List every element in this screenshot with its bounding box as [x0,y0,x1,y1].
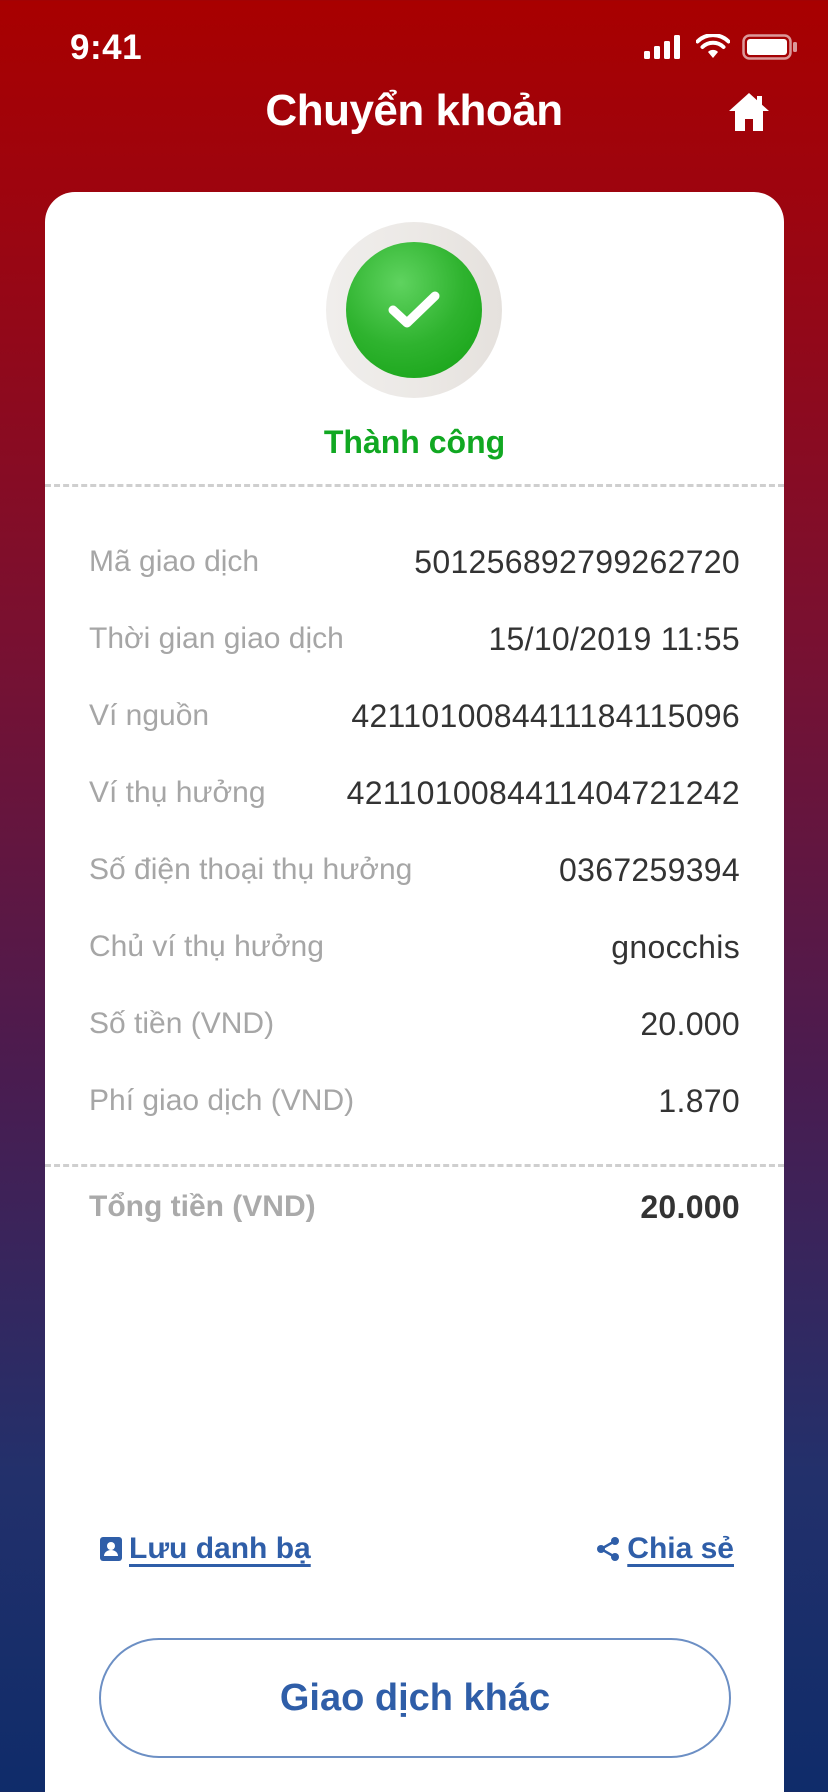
success-badge [326,222,502,398]
detail-value: 1.870 [658,1082,740,1119]
detail-value: 4211010084411184115096 [351,697,740,734]
status-time: 9:41 [70,28,143,67]
transaction-receipt-card: Thành công Mã giao dịch 5012568927992627… [45,192,784,1792]
detail-label: Phí giao dịch (VND) [89,1084,355,1117]
share-icon [597,1537,620,1561]
detail-label: Chủ ví thụ hưởng [89,930,324,963]
other-transaction-button[interactable]: Giao dịch khác [99,1638,731,1758]
detail-row-transaction-id: Mã giao dịch 501256892799262720 [89,537,740,587]
detail-row-beneficiary-phone: Số điện thoại thụ hưởng 0367259394 [89,845,740,895]
save-contact-link[interactable]: Lưu danh bạ [99,1532,311,1566]
detail-row-beneficiary-owner: Chủ ví thụ hưởng gnocchis [89,922,740,972]
detail-value: gnocchis [611,928,740,965]
detail-label: Ví thụ hưởng [89,776,266,809]
detail-label: Thời gian giao dịch [89,622,344,655]
detail-row-fee: Phí giao dịch (VND) 1.870 [89,1076,740,1126]
detail-row-amount: Số tiền (VND) 20.000 [89,999,740,1049]
share-link[interactable]: Chia sẻ [595,1532,734,1566]
home-button[interactable] [726,90,776,140]
detail-label: Số tiền (VND) [89,1007,275,1040]
wifi-icon [696,34,730,58]
page-title: Chuyển khoản [265,86,563,135]
total-row: Tổng tiền (VND) 20.000 [89,1182,740,1232]
header: Chuyển khoản [0,80,828,180]
detail-label: Mã giao dịch [89,545,260,578]
share-label: Chia sẻ [627,1532,734,1565]
checkmark-icon [388,291,440,328]
divider [45,484,784,487]
detail-row-transaction-time: Thời gian giao dịch 15/10/2019 11:55 [89,614,740,664]
detail-label: Ví nguồn [89,699,210,732]
battery-icon [742,34,797,60]
detail-label: Số điện thoại thụ hưởng [89,853,413,886]
status-icons [644,34,798,60]
detail-value: 15/10/2019 11:55 [488,620,740,657]
save-contact-label: Lưu danh bạ [129,1532,311,1565]
cellular-signal-icon [644,35,680,59]
total-label: Tổng tiền (VND) [89,1190,316,1223]
success-circle [346,242,482,378]
divider [45,1164,784,1167]
detail-row-beneficiary-wallet: Ví thụ hưởng 4211010084411404721242 [89,768,740,818]
contact-book-icon [100,1537,122,1561]
success-status-text: Thành công [323,424,506,460]
detail-value: 0367259394 [559,851,740,888]
detail-value: 20.000 [640,1005,740,1042]
home-icon [729,93,769,131]
detail-row-source-wallet: Ví nguồn 4211010084411184115096 [89,691,740,741]
detail-value: 501256892799262720 [414,543,740,580]
total-value: 20.000 [640,1188,740,1225]
detail-value: 4211010084411404721242 [346,774,740,811]
